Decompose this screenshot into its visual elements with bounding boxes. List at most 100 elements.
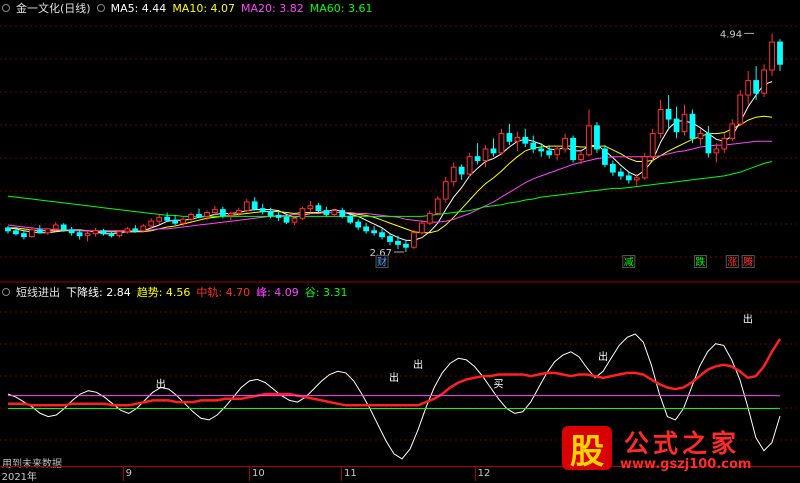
candle-body (173, 220, 178, 223)
candlesticks (6, 33, 783, 252)
flag-label: 财 (377, 256, 387, 269)
candle-body (778, 42, 783, 64)
candle-body (189, 214, 194, 219)
watermark-title: 公式之家 (624, 424, 740, 460)
moving-average-lines (8, 82, 772, 241)
candle-body (213, 210, 218, 213)
axis-tick (249, 467, 250, 481)
axis-tick (341, 467, 342, 481)
indicator-circle-icon[interactable] (2, 288, 10, 296)
candle-body (770, 42, 775, 70)
price-gridlines (0, 26, 800, 257)
signal-label: 出 (413, 358, 423, 371)
flag-label: 涨 (727, 257, 737, 269)
candle-body (372, 231, 377, 233)
axis-label: 9 (126, 468, 132, 479)
candle-body (109, 234, 114, 236)
candle-body (380, 233, 385, 237)
candle-body (260, 209, 265, 212)
ma-line-ma10 (8, 116, 772, 233)
candle-body (475, 157, 480, 161)
candle-body (515, 137, 520, 141)
candle-body (197, 214, 202, 216)
candle-body (45, 229, 50, 233)
signal-label: 出 (598, 350, 608, 363)
signal-label: 出 (389, 371, 399, 384)
candle-body (618, 172, 623, 176)
candle-body (412, 233, 417, 247)
ma10-label: MA10: 4.07 (172, 2, 235, 15)
candle-body (730, 124, 735, 138)
candle-body (61, 225, 66, 230)
candle-body (499, 134, 504, 153)
candle-body (101, 231, 106, 234)
candle-body (563, 138, 568, 149)
trend-label: 趋势: 4.56 (137, 284, 191, 300)
axis-label: 12 (478, 468, 491, 479)
indicator-circle-icon[interactable] (97, 4, 105, 12)
indicator-circle-icon[interactable] (2, 4, 10, 12)
candle-body (268, 212, 273, 216)
candle-body (666, 109, 671, 119)
candle-body (746, 81, 751, 95)
candle-body (149, 221, 154, 226)
candle-body (125, 229, 130, 232)
candle-body (228, 213, 233, 215)
candle-body (284, 217, 289, 222)
axis-tick (123, 467, 124, 481)
flag-label: 腾 (743, 256, 753, 269)
candle-body (157, 217, 162, 221)
candle-body (316, 206, 321, 211)
candle-body (610, 164, 615, 172)
ma5-label: MA5: 4.44 (111, 2, 167, 15)
candle-body (547, 151, 552, 155)
candle-body (451, 167, 456, 181)
signal-label: 出 (156, 377, 166, 390)
candle-body (698, 134, 703, 139)
candle-body (292, 218, 297, 222)
candle-body (682, 114, 687, 131)
axis-tick (475, 467, 476, 481)
candle-body (427, 213, 432, 223)
candle-body (396, 241, 401, 244)
candle-body (587, 126, 592, 155)
candle-body (579, 155, 584, 160)
flag-label: 跌 (695, 256, 705, 269)
down-line-label: 下降线: 2.84 (66, 284, 131, 300)
candle-body (626, 176, 631, 180)
candle-body (491, 149, 496, 153)
candle-body (507, 134, 512, 142)
candle-body (53, 225, 58, 229)
candle-body (69, 230, 74, 233)
candle-body (690, 114, 695, 138)
candle-body (308, 206, 313, 209)
candle-body (738, 95, 743, 124)
stock-title: 金一文化(日线) (16, 0, 91, 16)
candle-body (658, 109, 663, 133)
candle-body (141, 226, 146, 231)
signal-label: 买 (494, 378, 504, 390)
candle-body (324, 211, 329, 215)
candle-body (483, 149, 488, 161)
candle-body (419, 223, 424, 233)
candle-body (523, 137, 528, 143)
candle-body (165, 217, 170, 220)
candle-body (443, 182, 448, 199)
candle-body (22, 234, 27, 237)
ma60-label: MA60: 3.61 (310, 2, 373, 15)
candle-body (388, 237, 393, 242)
candle-body (467, 157, 472, 174)
indicator-signals: 出出出买出出 (156, 313, 753, 391)
axis-label: 11 (344, 468, 357, 479)
candle-body (650, 134, 655, 157)
site-watermark: 股 公式之家 www.gszj100.com (558, 424, 784, 476)
indicator-header: 短线进出 下降线: 2.84 趋势: 4.56 中轨: 4.70 峰: 4.09… (0, 284, 348, 300)
candle-body (762, 70, 767, 93)
candle-body (77, 233, 82, 236)
price-marker-label: 4.94 (720, 29, 742, 40)
watermark-badge: 股 (562, 426, 612, 470)
candle-body (276, 215, 281, 217)
candle-body (555, 149, 560, 155)
candle-body (435, 199, 440, 213)
ma-line-ma60 (8, 162, 772, 217)
